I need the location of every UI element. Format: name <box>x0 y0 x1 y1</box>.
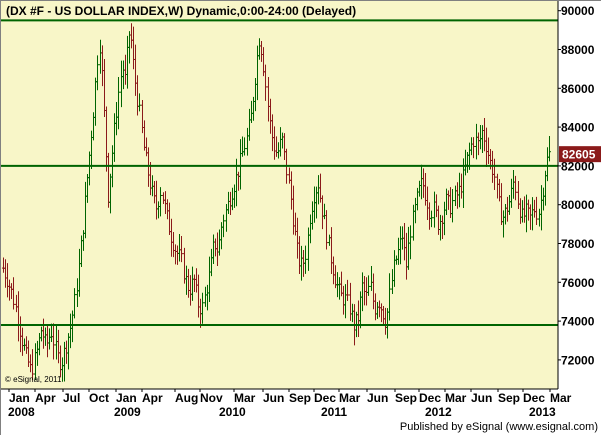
y-tick-label: 88000 <box>561 43 595 57</box>
y-tick-label: 80000 <box>561 198 595 212</box>
x-tick-label: Nov <box>200 391 223 405</box>
x-tick-label: Apr <box>35 391 56 405</box>
x-tick-label: Jan <box>9 391 30 405</box>
x-tick-label: Mar <box>445 391 467 405</box>
chart-frame: 72000 74000 76000 78000 80000 82000 84000 86000… <box>0 0 601 436</box>
y-tick-label: 84000 <box>561 121 595 135</box>
x-tick-label: Mar <box>550 391 572 405</box>
x-tick-label: Mar <box>234 391 256 405</box>
year-label: 2011 <box>321 405 347 419</box>
y-tick-label: 78000 <box>561 237 595 251</box>
year-label: 2013 <box>529 405 556 419</box>
chart-svg: 7200074000760007800080000820008400086000… <box>1 1 601 436</box>
y-tick-label: 90000 <box>561 4 595 18</box>
y-tick-label: 86000 <box>561 82 595 96</box>
x-tick-label: Oct <box>89 391 109 405</box>
price-axis-area <box>558 1 601 436</box>
publisher-footer: Published by eSignal (www.esignal.com) <box>399 421 598 433</box>
x-tick-label: Sep <box>395 391 417 405</box>
x-tick-label: Sep <box>289 391 311 405</box>
year-label: 2012 <box>425 405 452 419</box>
x-tick-label: Jun <box>367 391 388 405</box>
x-tick-label: Apr <box>142 391 163 405</box>
watermark: © eSignal, 2011 <box>5 375 62 384</box>
x-tick-label: Aug <box>175 391 198 405</box>
x-tick-label: Jul <box>63 391 80 405</box>
chart-title: (DX #F - US DOLLAR INDEX,W) Dynamic,0:00… <box>6 4 357 18</box>
x-tick-label: Jun <box>471 391 492 405</box>
y-tick-label: 72000 <box>561 353 595 367</box>
y-tick-label: 74000 <box>561 315 595 329</box>
plot-area <box>1 1 558 389</box>
x-tick-label: Dec <box>314 391 336 405</box>
x-tick-label: Dec <box>523 391 545 405</box>
y-tick-label: 76000 <box>561 276 595 290</box>
x-tick-label: Mar <box>339 391 361 405</box>
x-tick-label: Jan <box>116 391 137 405</box>
x-tick-label: Sep <box>498 391 520 405</box>
year-label: 2010 <box>219 405 246 419</box>
year-label: 2008 <box>8 405 35 419</box>
x-tick-label: Dec <box>419 391 441 405</box>
x-tick-label: Jun <box>263 391 284 405</box>
year-label: 2009 <box>114 405 141 419</box>
last-price-label: 82605 <box>562 148 596 162</box>
